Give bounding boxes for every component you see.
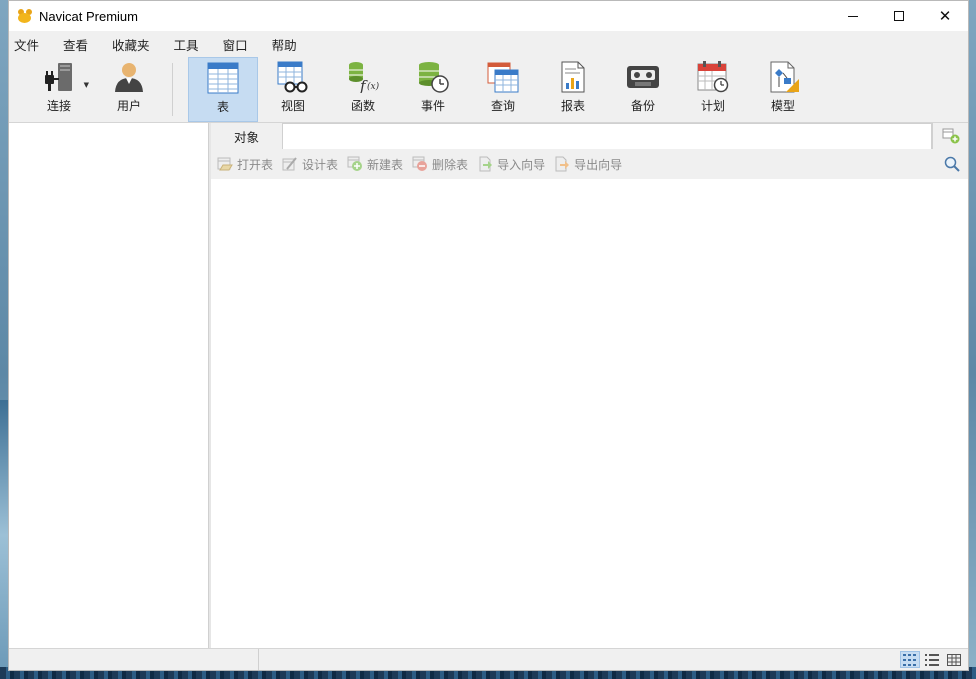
status-segment: [9, 649, 259, 670]
backup-tape-icon: [627, 66, 659, 88]
report-icon: [561, 61, 585, 93]
list-view-icon: [903, 653, 916, 666]
open-table-button[interactable]: 打开表: [217, 156, 273, 173]
toolbar-label: 事件: [420, 99, 445, 113]
object-tab-bar: 对象: [211, 123, 968, 149]
toolbar-label: 模型: [770, 99, 795, 113]
toolbar-report-button[interactable]: 报表: [538, 57, 608, 122]
toolbar-function-button[interactable]: f (x) 函数: [328, 57, 398, 122]
menu-file[interactable]: 文件: [14, 35, 51, 54]
export-wizard-label: 导出向导: [574, 157, 623, 172]
tab-strip-area: [282, 123, 932, 149]
toolbar-label: 视图: [280, 99, 305, 113]
toolbar-event-button[interactable]: 事件: [398, 57, 468, 122]
new-tab-button[interactable]: [932, 123, 968, 149]
status-bar: [9, 648, 968, 670]
menu-view[interactable]: 查看: [63, 35, 100, 54]
window-controls: ✕: [830, 1, 968, 31]
tab-objects-label: 对象: [233, 129, 259, 145]
title-bar[interactable]: Navicat Premium ✕: [9, 1, 968, 31]
toolbar-table-button[interactable]: 表: [188, 57, 258, 122]
maximize-button[interactable]: [876, 1, 922, 31]
minimize-icon: [848, 15, 858, 17]
menu-help[interactable]: 帮助: [272, 35, 309, 54]
toolbar-schedule-button[interactable]: 计划: [678, 57, 748, 122]
new-table-button[interactable]: 新建表: [347, 156, 403, 173]
toolbar-query-button[interactable]: 查询: [468, 57, 538, 122]
navicat-window: Navicat Premium ✕ 文件 查看 收藏夹 工具 窗口 帮助 ▼ 连…: [8, 0, 969, 671]
user-icon: [115, 63, 143, 92]
object-action-bar: 打开表 设计表 新建表 删除表 导入向导 导出向导: [211, 149, 968, 179]
toolbar-label: 连接: [46, 99, 71, 113]
toolbar-separator: [172, 63, 173, 116]
design-table-icon: [282, 157, 297, 171]
detail-view-icon: [925, 653, 939, 666]
connection-plug-icon: [45, 63, 72, 91]
grid-view-icon: [947, 653, 961, 666]
desktop-background: [0, 400, 8, 670]
table-icon: [207, 62, 239, 94]
export-wizard-icon: [555, 156, 570, 172]
toolbar-backup-button[interactable]: 备份: [608, 57, 678, 122]
maximize-icon: [894, 11, 904, 21]
open-table-icon: [217, 157, 233, 171]
toolbar-label: 查询: [490, 99, 515, 113]
toolbar-label: 用户: [116, 99, 141, 113]
model-icon: [770, 61, 799, 93]
main-content: 对象 打开表 设计表 新建表 删除表 导入向导 导出向导: [9, 123, 968, 648]
design-table-button[interactable]: 设计表: [282, 156, 338, 173]
search-icon[interactable]: [944, 156, 960, 172]
view-mode-switcher: [898, 651, 964, 668]
toolbar-view-button[interactable]: 视图: [258, 57, 328, 122]
schedule-calendar-icon: [697, 61, 729, 93]
delete-table-icon: [412, 156, 428, 171]
view-detail-button[interactable]: [922, 651, 942, 668]
delete-table-button[interactable]: 删除表: [412, 156, 468, 173]
menu-tools[interactable]: 工具: [174, 35, 211, 54]
close-button[interactable]: ✕: [922, 1, 968, 31]
toolbar-connection-button[interactable]: ▼ 连接: [24, 57, 94, 122]
object-pane: 对象 打开表 设计表 新建表 删除表 导入向导 导出向导: [211, 123, 968, 648]
minimize-button[interactable]: [830, 1, 876, 31]
design-table-label: 设计表: [302, 157, 339, 172]
new-table-icon: [347, 156, 363, 171]
import-wizard-label: 导入向导: [497, 157, 546, 172]
toolbar-label: 报表: [560, 99, 585, 113]
new-table-label: 新建表: [367, 157, 404, 172]
menu-window[interactable]: 窗口: [223, 35, 260, 54]
connection-dropdown-arrow-icon[interactable]: ▼: [84, 81, 89, 89]
import-wizard-button[interactable]: 导入向导: [477, 156, 545, 173]
navicat-logo-icon: [17, 9, 33, 23]
view-grid-button[interactable]: [944, 651, 964, 668]
event-clock-icon: [419, 62, 449, 93]
svg-text:(x): (x): [367, 81, 380, 92]
tab-objects[interactable]: 对象: [211, 123, 282, 149]
window-title: Navicat Premium: [39, 8, 138, 24]
menu-bar: 文件 查看 收藏夹 工具 窗口 帮助: [9, 31, 968, 57]
toolbar-label: 计划: [700, 99, 725, 113]
navigation-pane[interactable]: [9, 123, 209, 648]
main-toolbar: ▼ 连接 用户 表 视图 f (x) 函数 事件 查询 报表 备份 计划 模型: [9, 57, 968, 123]
view-list-button[interactable]: [900, 651, 920, 668]
import-wizard-icon: [479, 156, 493, 172]
open-table-label: 打开表: [237, 157, 274, 172]
query-icon: [487, 62, 519, 93]
object-list[interactable]: [211, 179, 968, 648]
export-wizard-button[interactable]: 导出向导: [554, 156, 622, 173]
menu-favorites[interactable]: 收藏夹: [112, 35, 162, 54]
toolbar-label: 备份: [630, 99, 655, 113]
toolbar-user-button[interactable]: 用户: [94, 57, 164, 122]
toolbar-label: 函数: [350, 99, 375, 113]
close-icon: ✕: [938, 7, 952, 25]
add-tab-icon: [942, 128, 959, 144]
function-icon: f (x): [349, 62, 380, 93]
delete-table-label: 删除表: [432, 157, 469, 172]
toolbar-label: 表: [216, 100, 229, 114]
view-glasses-icon: [277, 61, 308, 93]
toolbar-model-button[interactable]: 模型: [748, 57, 818, 122]
